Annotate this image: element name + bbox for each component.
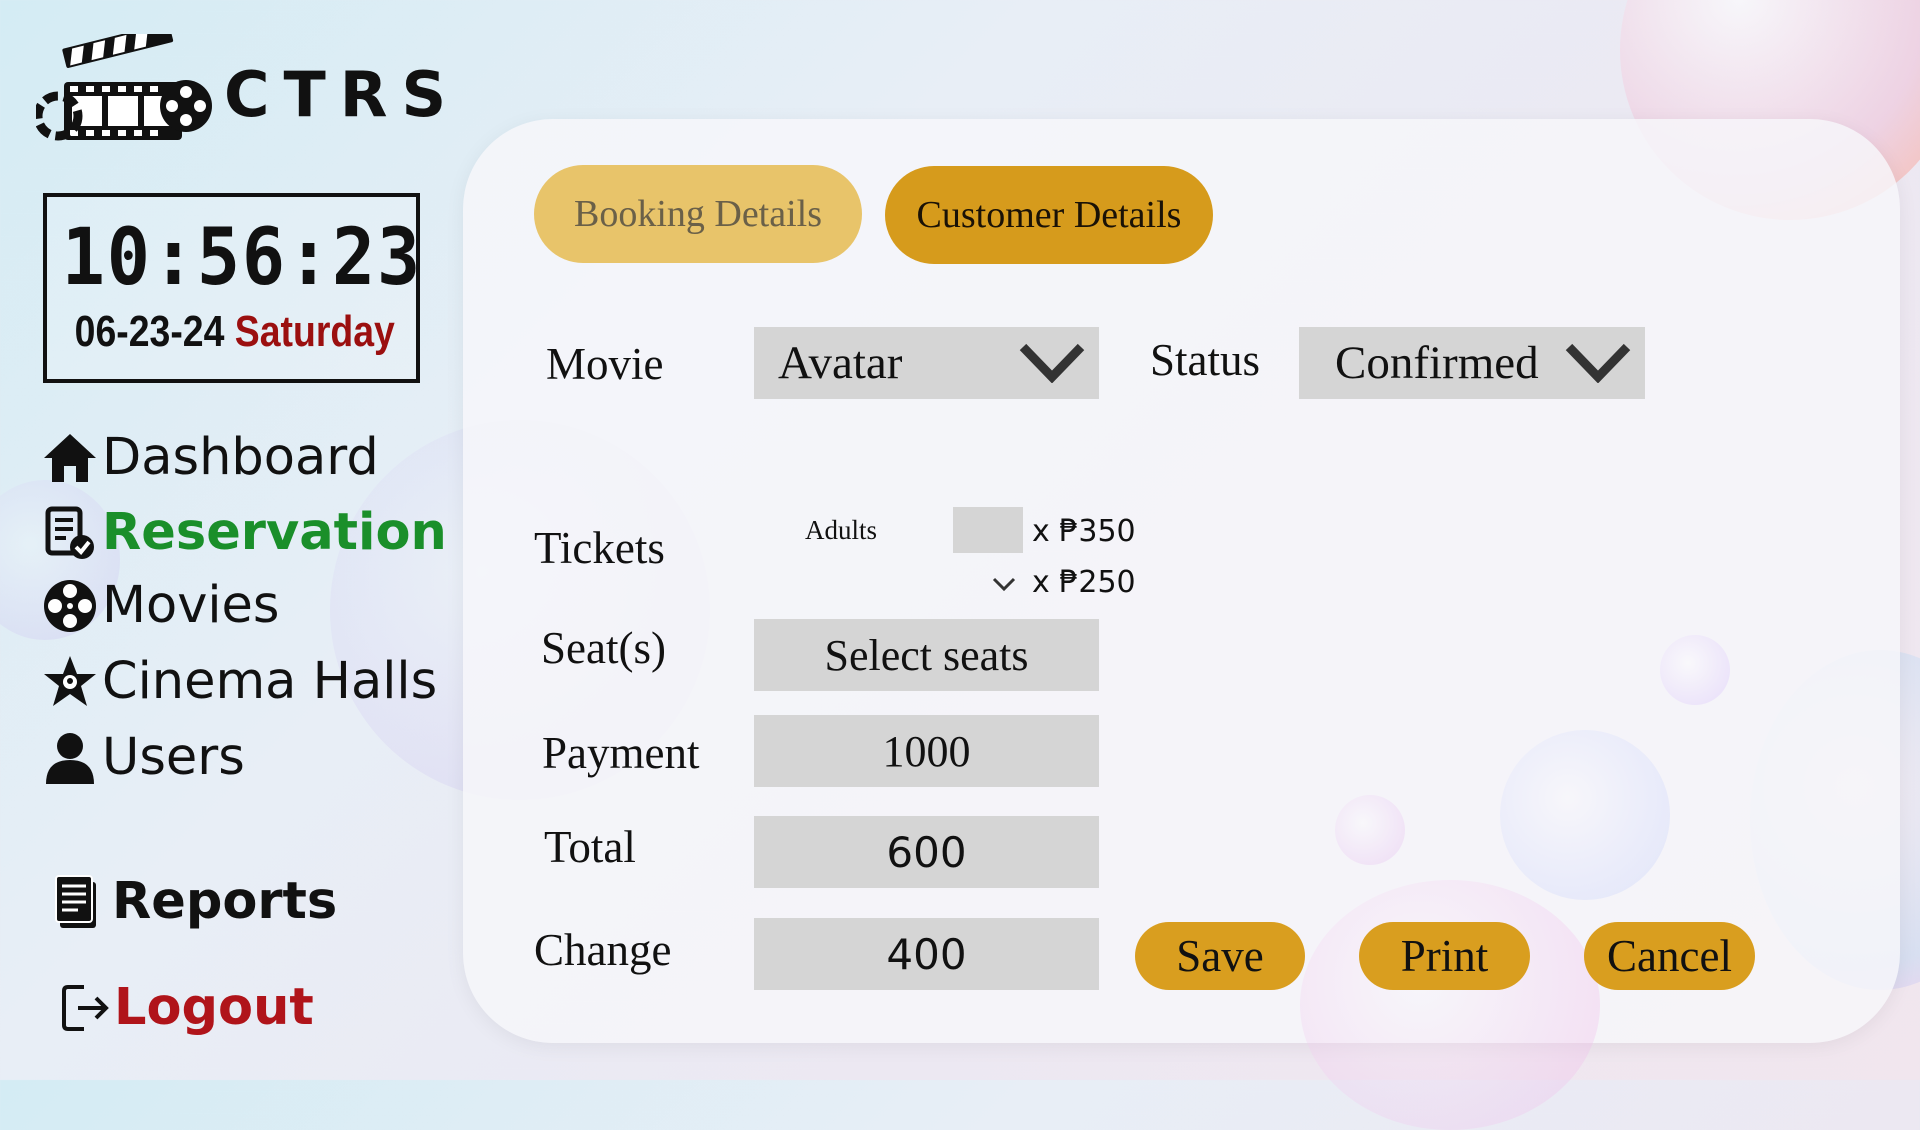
tickets-label: Tickets (534, 523, 665, 573)
select-seats-button[interactable]: Select seats (754, 619, 1099, 691)
sidebar-item-users[interactable]: Users (42, 728, 245, 787)
change-label: Change (534, 925, 672, 975)
film-reel-icon (44, 579, 96, 632)
movie-select[interactable]: Avatar (754, 327, 1099, 399)
status-select[interactable]: Confirmed (1299, 327, 1645, 399)
app-title: CTRS (224, 57, 461, 131)
change-value: 400 (754, 918, 1099, 990)
cancel-button[interactable]: Cancel (1584, 922, 1755, 990)
payment-input[interactable]: 1000 (754, 715, 1099, 787)
clapperboard-film-icon (36, 34, 212, 141)
logout-icon (62, 984, 109, 1031)
chevron-down-icon (1565, 343, 1631, 383)
sidebar-item-movies[interactable]: Movies (42, 576, 280, 635)
sidebar-item-label: Movies (102, 576, 280, 635)
star-hall-icon (44, 655, 96, 706)
report-icon (55, 874, 96, 928)
tab-booking-details[interactable]: Booking Details (534, 165, 862, 263)
logout-button[interactable]: Logout (60, 978, 314, 1037)
sidebar-item-reports[interactable]: Reports (52, 872, 337, 931)
clock-panel: 10:56:23 06-23-24 Saturday (43, 193, 420, 383)
chevron-down-icon (1019, 343, 1085, 383)
movie-label: Movie (546, 339, 664, 389)
sidebar-item-label: Dashboard (102, 428, 379, 487)
total-value: 600 (754, 816, 1099, 888)
app-logo: CTRS (36, 34, 460, 154)
sidebar-item-dashboard[interactable]: Dashboard (42, 428, 379, 487)
sidebar-item-cinema-halls[interactable]: Cinema Halls (42, 652, 437, 711)
save-button[interactable]: Save (1135, 922, 1305, 990)
payment-label: Payment (542, 728, 700, 778)
sidebar-item-label: Reports (112, 872, 338, 931)
sidebar-item-label: Logout (114, 978, 314, 1037)
seats-label: Seat(s) (541, 623, 666, 673)
child-price: x ₱250 (1032, 565, 1136, 600)
clock-date-line: 06-23-24 Saturday (74, 307, 395, 357)
sidebar-item-label: Cinema Halls (102, 652, 438, 711)
clock-date: 06-23-24 (74, 307, 225, 356)
user-icon (46, 732, 94, 784)
total-label: Total (544, 822, 636, 872)
movie-select-value: Avatar (778, 337, 903, 389)
print-button[interactable]: Print (1359, 922, 1530, 990)
clock-day: Saturday (234, 307, 395, 356)
sidebar-item-label: Reservation (102, 503, 447, 562)
tab-customer-details[interactable]: Customer Details (885, 166, 1213, 264)
adults-label: Adults (805, 515, 878, 545)
home-icon (44, 433, 96, 482)
adults-quantity-input[interactable] (953, 507, 1023, 553)
adult-price: x ₱350 (1032, 514, 1136, 549)
chevron-down-icon[interactable] (992, 576, 1016, 592)
clock-time: 10:56:23 (61, 213, 423, 303)
sidebar-item-reservation[interactable]: Reservation (42, 503, 447, 562)
status-select-value: Confirmed (1335, 337, 1539, 389)
reservation-icon (45, 506, 94, 559)
sidebar-item-label: Users (102, 728, 245, 787)
status-label: Status (1150, 335, 1261, 385)
